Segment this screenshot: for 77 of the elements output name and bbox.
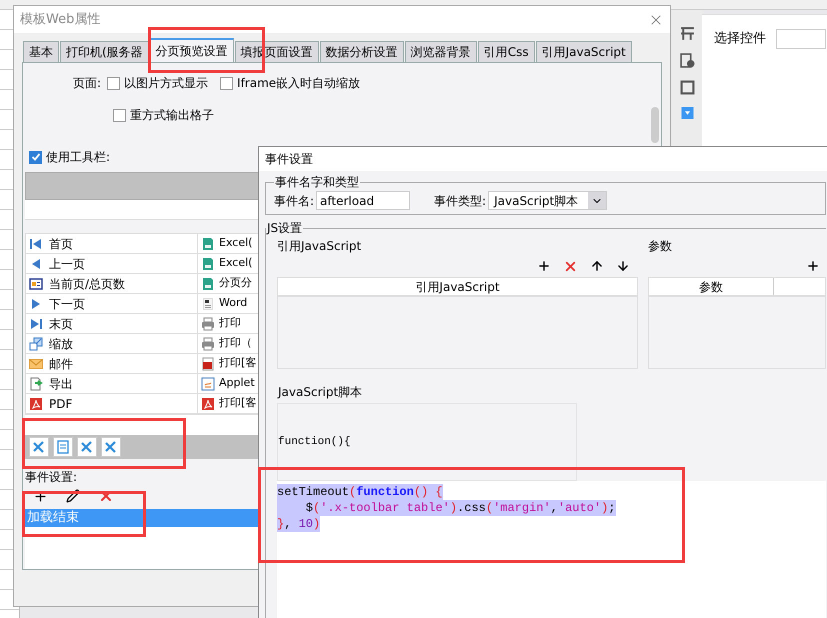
event-type-dropdown[interactable]: JavaScript脚本 xyxy=(488,191,608,210)
toolbar-button-option[interactable]: 邮件 xyxy=(26,354,198,374)
group-title: JS设置 xyxy=(266,220,304,237)
toolbar-button-option[interactable]: 下一页 xyxy=(26,294,198,314)
scrollbar-thumb[interactable] xyxy=(651,107,659,143)
move-down-icon[interactable] xyxy=(616,259,630,273)
toolbar-item-button[interactable] xyxy=(53,437,73,457)
tab[interactable]: 数据分析设置 xyxy=(320,41,404,62)
section-title: 参数 xyxy=(648,238,673,255)
toolbar-button-option[interactable]: 导出 xyxy=(26,374,198,394)
spreadsheet-icon xyxy=(201,236,215,250)
window-title: 模板Web属性 xyxy=(20,10,100,29)
checkbox[interactable] xyxy=(107,76,120,90)
toolbar-item-button[interactable] xyxy=(29,437,49,457)
add-icon[interactable] xyxy=(537,259,551,273)
use-toolbar-label: 使用工具栏: xyxy=(46,149,110,166)
toolbar-button-option[interactable]: 末页 xyxy=(26,314,198,334)
event-name-label: 事件名: xyxy=(274,192,314,210)
dropdown-icon xyxy=(680,107,694,119)
layout-icon xyxy=(680,26,694,41)
last-page-icon xyxy=(29,316,43,330)
tools-icon xyxy=(32,440,46,454)
toolbar-button-option[interactable]: 当前页/总页数 xyxy=(26,274,198,294)
toolbar-button-option[interactable]: 缩放 xyxy=(26,334,198,354)
toolbar-item-button[interactable] xyxy=(101,437,121,457)
toolbar-button-option[interactable]: PDF xyxy=(26,394,198,414)
spreadsheet-icon xyxy=(201,276,215,290)
pdf-icon xyxy=(201,396,215,410)
export-icon xyxy=(29,376,43,390)
select-control-label: 选择控件 xyxy=(714,30,766,48)
checkbox[interactable] xyxy=(113,108,126,122)
tab[interactable]: 浏览器背景 xyxy=(404,41,477,62)
square-icon xyxy=(680,80,694,95)
option-label: Iframe嵌入时自动缩放 xyxy=(237,75,360,92)
event-type-label: 事件类型: xyxy=(434,192,486,210)
zoom-icon xyxy=(29,336,43,350)
code-editor[interactable]: setTimeout(function() { $('.x-toolbar table').css('margin','auto'); }, 10) xyxy=(277,481,826,618)
column-header: 引用JavaScript xyxy=(278,278,637,297)
group-title: 事件名字和类型 xyxy=(274,174,360,191)
tab[interactable]: 打印机(服务器 xyxy=(60,41,149,62)
tab[interactable]: 引用Css xyxy=(478,41,535,62)
printer-icon xyxy=(201,316,215,330)
page-label: 页面: xyxy=(73,75,102,92)
option-label: 重方式输出格子 xyxy=(130,107,214,124)
section-title: JavaScript脚本 xyxy=(278,384,364,401)
option-label: 以图片方式显示 xyxy=(124,75,208,92)
section-title: 引用JavaScript xyxy=(277,238,362,255)
toolbar-item-button[interactable] xyxy=(77,437,97,457)
function-header: function(){ xyxy=(278,434,351,450)
select-control-field[interactable] xyxy=(776,29,826,49)
dialog-title: 事件设置 xyxy=(265,151,313,168)
toolbar-button-option[interactable]: 上一页 xyxy=(26,254,198,274)
event-name-field[interactable]: afterload xyxy=(316,191,410,210)
flash-print-icon xyxy=(201,356,215,370)
applet-icon xyxy=(201,376,215,390)
document-icon xyxy=(201,296,215,310)
checkbox[interactable] xyxy=(220,76,234,90)
event-settings-label: 事件设置: xyxy=(25,469,78,486)
pdf-icon xyxy=(29,396,43,410)
spreadsheet-icon xyxy=(201,256,215,270)
tools-icon xyxy=(80,440,94,454)
edit-icon[interactable] xyxy=(66,489,80,503)
toolbar-button-option[interactable]: 首页 xyxy=(26,234,198,254)
form-icon xyxy=(56,440,70,454)
info-icon xyxy=(680,53,694,68)
add-icon[interactable] xyxy=(806,259,820,273)
tab[interactable]: 基本 xyxy=(23,41,59,62)
tools-icon xyxy=(104,440,118,454)
printer-icon xyxy=(201,336,215,350)
checkbox[interactable] xyxy=(29,150,42,164)
first-page-icon xyxy=(29,236,43,250)
tab[interactable]: 分页预览设置 xyxy=(150,38,234,62)
column-header: 参数 xyxy=(649,278,774,295)
page-count-icon xyxy=(29,276,43,290)
tab[interactable]: 引用JavaScript xyxy=(536,41,632,62)
mail-icon xyxy=(29,356,43,370)
move-up-icon[interactable] xyxy=(590,259,604,273)
